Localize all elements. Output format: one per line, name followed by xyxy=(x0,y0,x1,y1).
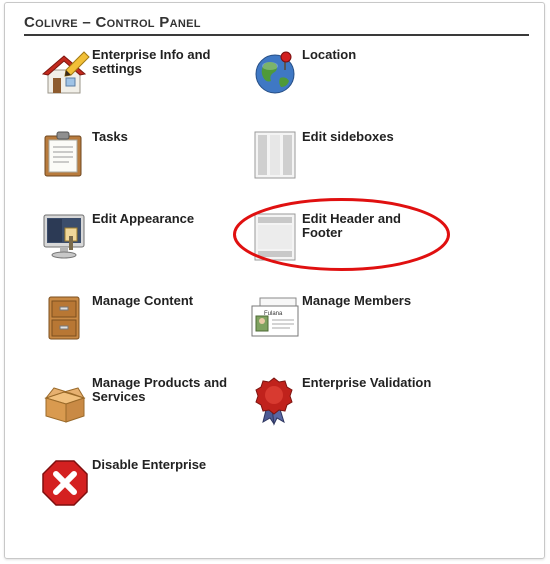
edit-sideboxes-link[interactable]: Edit sideboxes xyxy=(250,130,450,190)
item-label: Enterprise Validation xyxy=(302,375,432,390)
item-label: Manage Products and Services xyxy=(92,375,228,404)
edit-header-footer-link[interactable]: Edit Header and Footer xyxy=(250,212,450,272)
enterprise-validation-link[interactable]: Enterprise Validation xyxy=(250,376,450,436)
manage-content-link[interactable]: Manage Content xyxy=(40,294,240,354)
item-label: Disable Enterprise xyxy=(92,457,207,472)
item-label: Edit Appearance xyxy=(92,211,195,226)
id-cards-icon: Fulana xyxy=(250,294,300,344)
clipboard-icon xyxy=(40,130,90,180)
page-title: Colivre – Control Panel xyxy=(24,14,529,36)
open-box-icon xyxy=(40,376,90,426)
manage-products-services-link[interactable]: Manage Products and Services xyxy=(40,376,240,436)
seal-icon xyxy=(250,376,300,426)
globe-pin-icon xyxy=(250,48,300,98)
item-label: Manage Members xyxy=(302,293,412,308)
location-link[interactable]: Location xyxy=(250,48,450,108)
house-pencil-icon xyxy=(40,48,90,98)
drawer-icon xyxy=(40,294,90,344)
monitor-paint-icon xyxy=(40,212,90,262)
tasks-link[interactable]: Tasks xyxy=(40,130,240,190)
item-label: Manage Content xyxy=(92,293,194,308)
manage-members-link[interactable]: Fulana Manage Members xyxy=(250,294,450,354)
enterprise-info-settings-link[interactable]: Enterprise Info and settings xyxy=(40,48,240,108)
item-label: Edit Header and Footer xyxy=(302,211,401,240)
item-label: Location xyxy=(302,47,357,62)
sideboxes-layout-icon xyxy=(250,130,300,180)
item-label: Edit sideboxes xyxy=(302,129,394,144)
edit-appearance-link[interactable]: Edit Appearance xyxy=(40,212,240,272)
item-label: Tasks xyxy=(92,129,128,144)
disable-enterprise-link[interactable]: Disable Enterprise xyxy=(40,458,240,518)
red-x-icon xyxy=(40,458,90,508)
item-label: Enterprise Info and settings xyxy=(92,47,211,76)
header-footer-layout-icon xyxy=(250,212,300,262)
